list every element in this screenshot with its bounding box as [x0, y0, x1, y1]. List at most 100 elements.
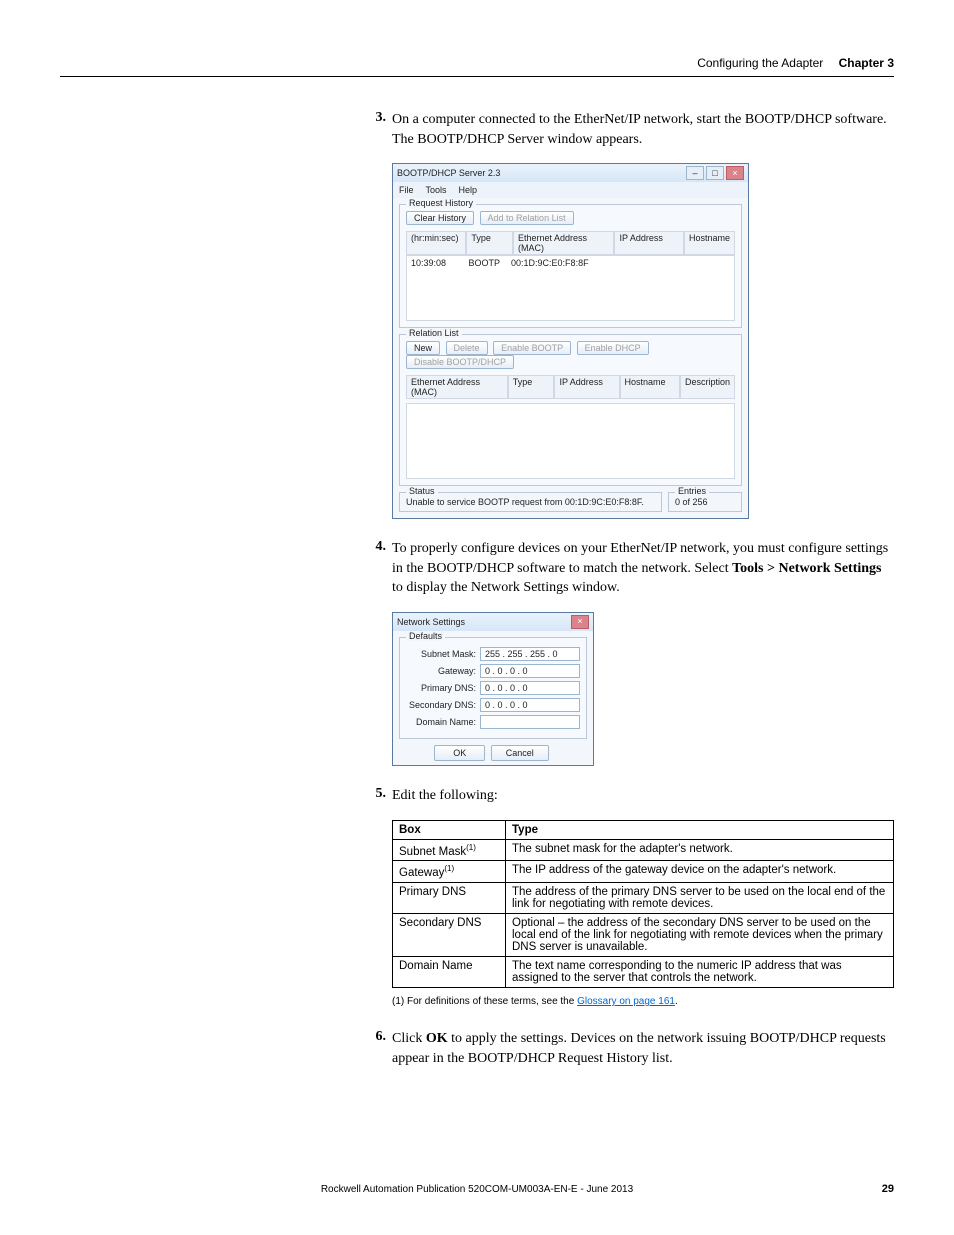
- step-6-num: 6.: [362, 1029, 392, 1068]
- close-button[interactable]: ×: [726, 166, 744, 180]
- ok-button[interactable]: OK: [434, 745, 485, 761]
- secondary-dns-label: Secondary DNS:: [406, 700, 480, 710]
- row-mac: 00:1D:9C:E0:F8:8F: [511, 258, 611, 268]
- gateway-label: Gateway:: [406, 666, 480, 676]
- bootp-title: BOOTP/DHCP Server 2.3: [397, 168, 500, 178]
- col-ip: IP Address: [614, 231, 683, 255]
- menu-help[interactable]: Help: [459, 185, 478, 195]
- step-5: 5. Edit the following:: [362, 786, 894, 806]
- glossary-link[interactable]: Glossary on page 161: [577, 996, 675, 1007]
- ns-close-button[interactable]: ×: [571, 615, 589, 629]
- entries-box: Entries 0 of 256: [668, 492, 742, 512]
- ns-defaults-title: Defaults: [406, 631, 445, 641]
- cell-type: Optional – the address of the secondary …: [506, 914, 894, 957]
- cell-box: Gateway(1): [393, 861, 506, 883]
- th-box: Box: [393, 820, 506, 839]
- settings-table: Box Type Subnet Mask(1)The subnet mask f…: [392, 820, 894, 989]
- relation-list-columns: Ethernet Address (MAC) Type IP Address H…: [406, 375, 735, 399]
- header-rule: [60, 76, 894, 77]
- step-3-num: 3.: [362, 110, 392, 149]
- th-type: Type: [506, 820, 894, 839]
- step-4: 4. To properly configure devices on your…: [362, 539, 894, 598]
- subnet-label: Subnet Mask:: [406, 649, 480, 659]
- step-6-bold: OK: [426, 1031, 448, 1046]
- subnet-input[interactable]: 255 . 255 . 255 . 0: [480, 647, 580, 661]
- domain-name-input[interactable]: [480, 715, 580, 729]
- step-6: 6. Click OK to apply the settings. Devic…: [362, 1029, 894, 1068]
- table-row: Secondary DNSOptional – the address of t…: [393, 914, 894, 957]
- col-type: Type: [466, 231, 513, 255]
- request-history-columns: (hr:min:sec) Type Ethernet Address (MAC)…: [406, 231, 735, 255]
- request-history-list[interactable]: 10:39:08 BOOTP 00:1D:9C:E0:F8:8F: [406, 255, 735, 321]
- rcol-type: Type: [508, 375, 555, 399]
- cell-box: Primary DNS: [393, 883, 506, 914]
- network-settings-figure: Network Settings × Defaults Subnet Mask:…: [392, 612, 894, 766]
- row-type: BOOTP: [469, 258, 509, 268]
- step-6-text: Click OK to apply the settings. Devices …: [392, 1029, 894, 1068]
- maximize-button[interactable]: □: [706, 166, 724, 180]
- cell-type: The text name corresponding to the numer…: [506, 957, 894, 988]
- menu-file[interactable]: File: [399, 185, 414, 195]
- relation-list-title: Relation List: [406, 328, 462, 338]
- enable-dhcp-button[interactable]: Enable DHCP: [577, 341, 649, 355]
- delete-button[interactable]: Delete: [446, 341, 488, 355]
- step-4-bold: Tools > Network Settings: [732, 561, 881, 576]
- rcol-desc: Description: [680, 375, 735, 399]
- cell-type: The IP address of the gateway device on …: [506, 861, 894, 883]
- request-history-group: Request History Clear History Add to Rel…: [399, 204, 742, 328]
- cell-box: Domain Name: [393, 957, 506, 988]
- cell-box: Subnet Mask(1): [393, 839, 506, 861]
- ns-titlebar: Network Settings ×: [393, 613, 593, 631]
- table-row: Primary DNSThe address of the primary DN…: [393, 883, 894, 914]
- step-3-text: On a computer connected to the EtherNet/…: [392, 110, 894, 149]
- step-4-text: To properly configure devices on your Et…: [392, 539, 894, 598]
- disable-bootp-dhcp-button[interactable]: Disable BOOTP/DHCP: [406, 355, 514, 369]
- new-button[interactable]: New: [406, 341, 440, 355]
- header-title: Configuring the Adapter: [697, 56, 823, 70]
- table-row: Domain NameThe text name corresponding t…: [393, 957, 894, 988]
- entries-label: Entries: [675, 486, 709, 496]
- gateway-input[interactable]: 0 . 0 . 0 . 0: [480, 664, 580, 678]
- page-number: 29: [882, 1183, 894, 1195]
- relation-list-area[interactable]: [406, 403, 735, 479]
- clear-history-button[interactable]: Clear History: [406, 211, 474, 225]
- bootp-titlebar: BOOTP/DHCP Server 2.3 – □ ×: [393, 164, 748, 182]
- status-box: Status Unable to service BOOTP request f…: [399, 492, 662, 512]
- step-4-num: 4.: [362, 539, 392, 598]
- table-footnote: (1) For definitions of these terms, see …: [392, 996, 894, 1007]
- ns-title: Network Settings: [397, 617, 465, 627]
- secondary-dns-input[interactable]: 0 . 0 . 0 . 0: [480, 698, 580, 712]
- header-chapter: Chapter 3: [839, 56, 894, 70]
- cancel-button[interactable]: Cancel: [491, 745, 549, 761]
- col-mac: Ethernet Address (MAC): [513, 231, 615, 255]
- rcol-mac: Ethernet Address (MAC): [406, 375, 508, 399]
- request-history-title: Request History: [406, 198, 476, 208]
- table-row: Subnet Mask(1)The subnet mask for the ad…: [393, 839, 894, 861]
- step-6-text-a: Click: [392, 1031, 426, 1046]
- footnote-prefix: (1) For definitions of these terms, see …: [392, 996, 577, 1007]
- entries-text: 0 of 256: [675, 497, 708, 507]
- rcol-ip: IP Address: [554, 375, 619, 399]
- step-3: 3. On a computer connected to the EtherN…: [362, 110, 894, 149]
- cell-type: The subnet mask for the adapter's networ…: [506, 839, 894, 861]
- step-5-num: 5.: [362, 786, 392, 806]
- step-6-text-b: to apply the settings. Devices on the ne…: [392, 1031, 886, 1066]
- add-relation-button[interactable]: Add to Relation List: [480, 211, 574, 225]
- primary-dns-input[interactable]: 0 . 0 . 0 . 0: [480, 681, 580, 695]
- enable-bootp-button[interactable]: Enable BOOTP: [493, 341, 571, 355]
- status-text: Unable to service BOOTP request from 00:…: [406, 497, 644, 507]
- cell-type: The address of the primary DNS server to…: [506, 883, 894, 914]
- menu-tools[interactable]: Tools: [426, 185, 447, 195]
- footnote-suffix: .: [675, 996, 678, 1007]
- row-time: 10:39:08: [411, 258, 466, 268]
- bootp-window-figure: BOOTP/DHCP Server 2.3 – □ × File Tools H…: [392, 163, 894, 519]
- table-row: Gateway(1)The IP address of the gateway …: [393, 861, 894, 883]
- minimize-button[interactable]: –: [686, 166, 704, 180]
- domain-name-label: Domain Name:: [406, 717, 480, 727]
- page-header: Configuring the Adapter Chapter 3: [697, 56, 894, 70]
- footer-publication: Rockwell Automation Publication 520COM-U…: [0, 1184, 954, 1195]
- col-time: (hr:min:sec): [406, 231, 466, 255]
- col-hostname: Hostname: [684, 231, 735, 255]
- primary-dns-label: Primary DNS:: [406, 683, 480, 693]
- rcol-host: Hostname: [620, 375, 680, 399]
